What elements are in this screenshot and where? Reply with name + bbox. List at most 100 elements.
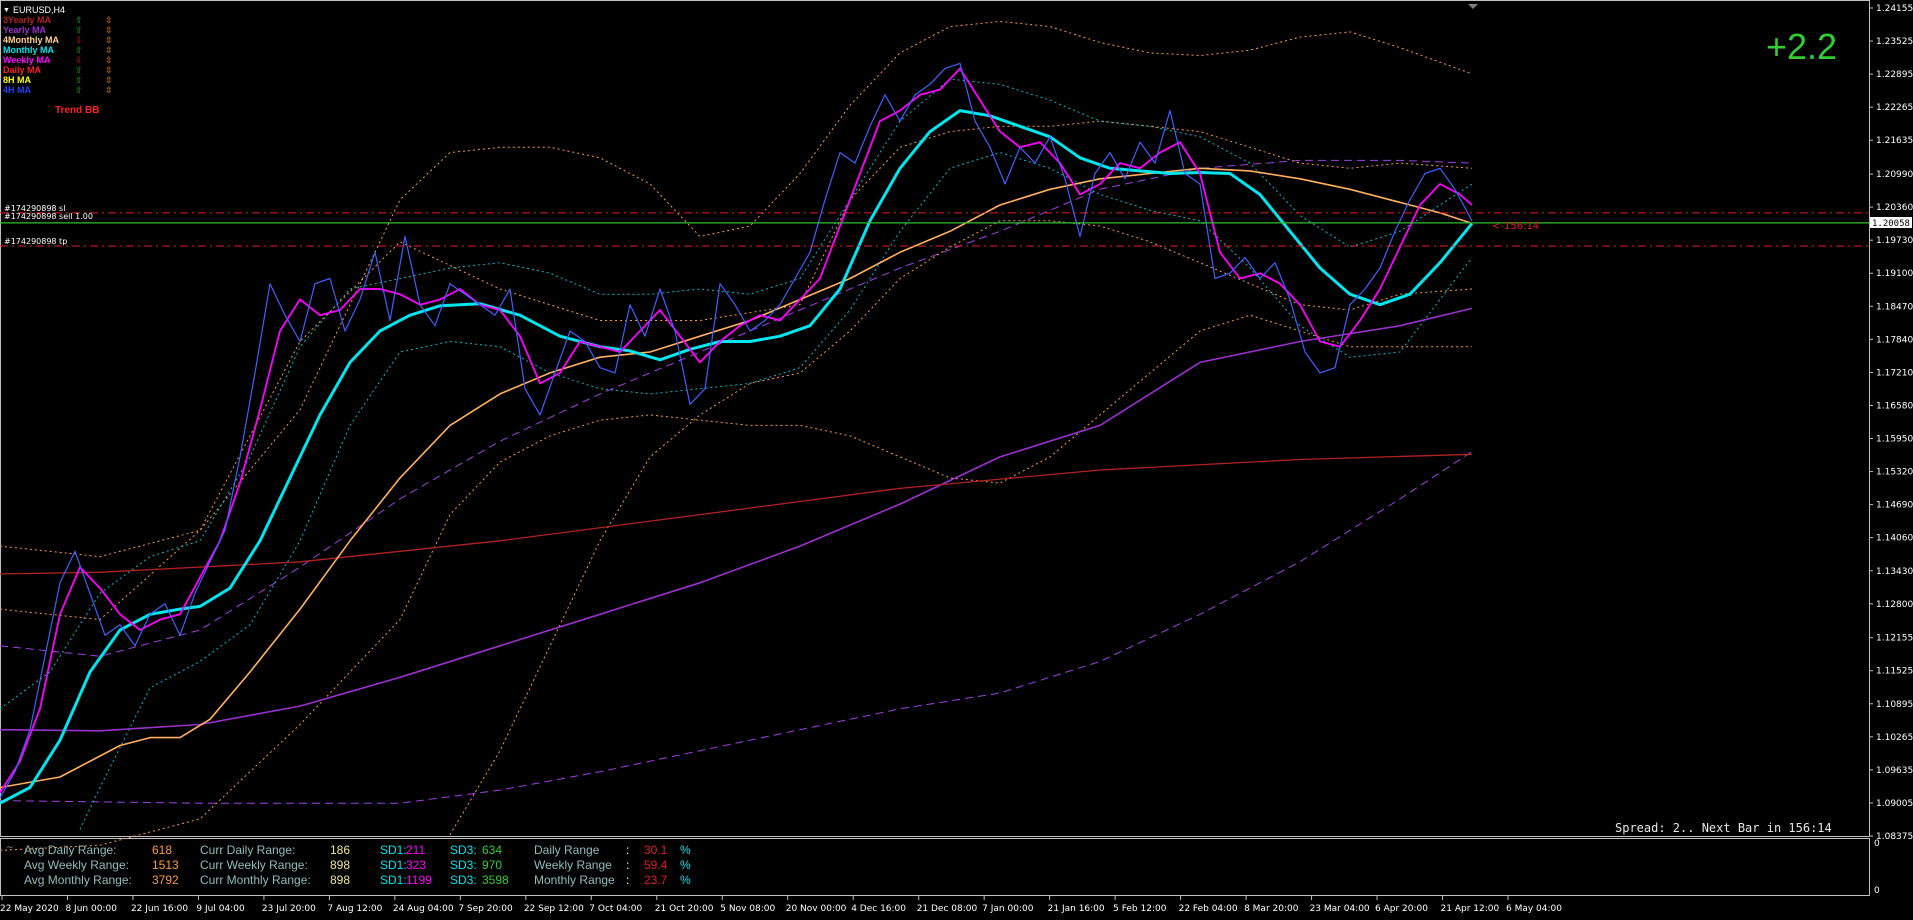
time-axis[interactable]: 22 May 2020 8 Jun 00:00 22 Jun 16:00 9 Jul …: [0, 896, 1562, 914]
stats-sd1: 211: [406, 843, 426, 857]
up-arrow-icon: ⇧: [75, 25, 83, 35]
band-line-9[interactable]: [0, 314, 1472, 851]
time-tick-label: 7 Jan 00:00: [982, 904, 1034, 914]
legend-row: 3Yearly MA ⇧ ⇳: [3, 15, 123, 25]
legend-row: Weekly MA ⇩ ⇳: [3, 55, 123, 65]
updown-arrow-icon: ⇳: [105, 55, 113, 65]
legend-row: Monthly MA ⇧ ⇳: [3, 45, 123, 55]
3yearly-ma-line[interactable]: [0, 453, 1473, 575]
stats-sd3: 3598: [482, 873, 509, 887]
stats-value: 3792: [152, 873, 179, 887]
time-tick-label: 22 Sep 12:00: [524, 904, 584, 914]
order-lines[interactable]: [0, 212, 1869, 247]
yearly-ma-line[interactable]: [0, 307, 1473, 732]
legend-label: 3Yearly MA: [3, 15, 52, 25]
legend-label: 4Monthly MA: [3, 35, 59, 45]
sub-window-bottom-tick: 0: [1874, 886, 1880, 896]
price-tick-label: 1.20360: [1876, 203, 1913, 213]
legend-label: 4H MA: [3, 85, 32, 95]
profit-value: +2.2: [1766, 26, 1838, 67]
price-tick-label: 1.09005: [1876, 799, 1913, 809]
up-arrow-icon: ⇧: [75, 75, 83, 85]
price-tick-label: 1.22895: [1876, 70, 1913, 80]
time-tick-label: 7 Aug 12:00: [327, 904, 382, 914]
range-stats-panel: Avg Daily Range: 618 Curr Daily Range: 186 S…: [24, 843, 724, 888]
symbol-title: ▼ EURUSD,H4: [3, 5, 65, 15]
range-stats-row: Avg Weekly Range: 1513 Curr Weekly Range: 8…: [24, 858, 724, 873]
price-tick-label: 1.19100: [1876, 269, 1913, 279]
band-line-10[interactable]: [0, 120, 1473, 621]
stats-pct: 59.4: [644, 858, 668, 872]
trend-bb-label: Trend BB: [55, 105, 100, 116]
stats-sd3-label: SD3:: [450, 873, 477, 887]
price-tick-label: 1.13430: [1876, 567, 1913, 577]
price-tick-label: 1.21635: [1876, 136, 1913, 146]
sell-order-label: #174290898 sell 1.00: [4, 212, 93, 221]
legend-label: 8H MA: [3, 75, 32, 85]
time-tick-label: 5 Feb 12:00: [1113, 904, 1167, 914]
updown-arrow-icon: ⇳: [105, 45, 113, 55]
time-tick-label: 21 Jan 16:00: [1048, 904, 1105, 914]
band-line-6[interactable]: [0, 159, 1473, 657]
band-line-13[interactable]: [79, 152, 1473, 830]
stats-sd3-label: SD3:: [450, 843, 477, 857]
band-line-8[interactable]: [0, 20, 1473, 558]
spread-status: Spread: 2.. Next Bar in 156:14: [1615, 821, 1832, 835]
range-stats-row: Avg Monthly Range: 3792 Curr Monthly Range…: [24, 873, 724, 888]
down-arrow-icon: ⇩: [75, 35, 83, 45]
legend-row: 4Monthly MA ⇩ ⇳: [3, 35, 123, 45]
weekly-ma-line[interactable]: [0, 67, 1473, 794]
stats-curr-value: 186: [330, 843, 351, 857]
band-line-7[interactable]: [0, 451, 1473, 804]
stats-label: Avg Weekly Range:: [24, 858, 129, 872]
price-tick-label: 1.20990: [1876, 170, 1913, 180]
time-tick-label: 23 Jul 20:00: [262, 904, 316, 914]
time-tick-label: 5 Nov 08:00: [720, 904, 775, 914]
stats-colon: :: [626, 873, 630, 887]
ma-legend: 3Yearly MA ⇧ ⇳ Yearly MA ⇧ ⇳ 4Monthly MA ⇩ ⇳ Mont…: [3, 15, 123, 95]
stats-sd1-label: SD1:: [380, 873, 407, 887]
price-tick-label: 1.14690: [1876, 501, 1913, 511]
updown-arrow-icon: ⇳: [105, 25, 113, 35]
stats-sd3: 970: [482, 858, 503, 872]
legend-row: 4H MA ⇧ ⇳: [3, 85, 123, 95]
legend-row: Yearly MA ⇧ ⇳: [3, 25, 123, 35]
price-tick-label: 1.16580: [1876, 401, 1913, 411]
stats-colon: :: [626, 858, 630, 872]
stats-value: 1513: [152, 858, 179, 872]
legend-label: Yearly MA: [3, 25, 47, 35]
stats-colon: :: [626, 843, 630, 857]
price-chart[interactable]: 1.24155 1.23525 1.22895 1.22265 1.21635 1.209…: [0, 0, 1913, 920]
stats-pct-sign: %: [680, 843, 691, 857]
4monthly-ma-line[interactable]: [0, 167, 1473, 789]
monthly-ma-line[interactable]: [0, 109, 1474, 805]
stats-sd1-label: SD1:: [380, 843, 407, 857]
time-tick-label: 22 Jun 16:00: [131, 904, 188, 914]
dropdown-icon[interactable]: ▼: [3, 7, 10, 14]
stats-range-label: Daily Range: [534, 843, 600, 857]
price-line[interactable]: [0, 62, 1473, 799]
up-arrow-icon: ⇧: [75, 85, 83, 95]
stats-curr-value: 898: [330, 873, 351, 887]
time-tick-label: 9 Jul 04:00: [196, 904, 245, 914]
stats-curr-label: Curr Weekly Range:: [200, 858, 308, 872]
price-axis[interactable]: 1.24155 1.23525 1.22895 1.22265 1.21635 1.209…: [1869, 0, 1913, 842]
price-tick-label: 1.12800: [1876, 600, 1913, 610]
stats-range-label: Weekly Range: [534, 858, 612, 872]
time-tick-label: 6 May 04:00: [1506, 904, 1562, 914]
time-tick-label: 22 Feb 04:00: [1179, 904, 1238, 914]
sub-window-marker: ~: [6, 843, 14, 853]
legend-label: Weekly MA: [3, 55, 51, 65]
time-tick-label: 22 May 2020: [0, 904, 59, 914]
updown-arrow-icon: ⇳: [105, 65, 113, 75]
chart-shift-marker[interactable]: [1468, 4, 1478, 9]
time-tick-label: 23 Mar 04:00: [1310, 904, 1370, 914]
band-line-12[interactable]: [0, 78, 1473, 710]
current-price-marker: 1.20058: [1870, 216, 1912, 229]
stats-curr-label: Curr Daily Range:: [200, 843, 296, 857]
range-stats-row: Avg Daily Range: 618 Curr Daily Range: 186 S…: [24, 843, 724, 858]
stats-pct: 23.7: [644, 873, 668, 887]
up-arrow-icon: ⇧: [75, 45, 83, 55]
price-tick-label: 1.15950: [1876, 435, 1913, 445]
updown-arrow-icon: ⇳: [105, 75, 113, 85]
